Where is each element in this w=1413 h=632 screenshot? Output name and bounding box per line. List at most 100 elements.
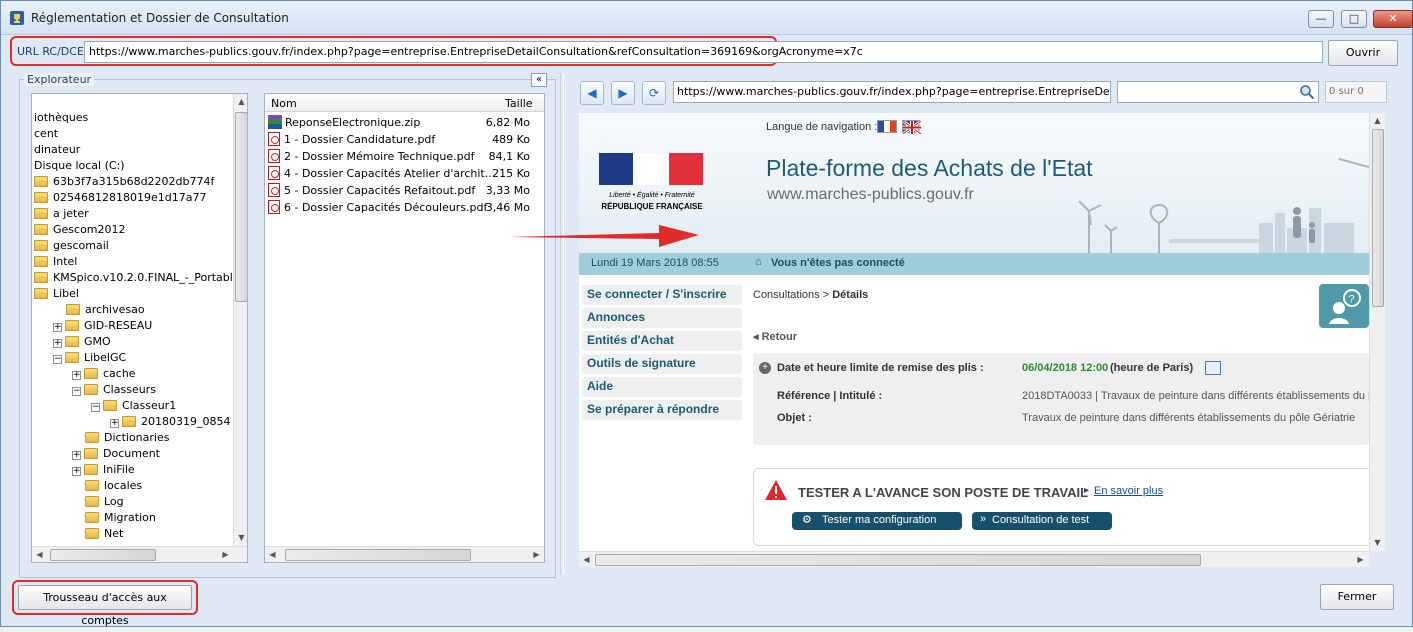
back-link[interactable]: ◂ Retour: [753, 330, 797, 343]
test-configuration-button[interactable]: ⚙ Tester ma configuration: [792, 512, 962, 530]
help-icon[interactable]: ?: [1319, 284, 1369, 328]
site-menu-item[interactable]: Se connecter / S'inscrire: [582, 285, 742, 305]
tree-item[interactable]: Log: [72, 494, 124, 510]
tree-item[interactable]: Dictionaries: [72, 430, 169, 446]
browser-url-input[interactable]: https://www.marches-publics.gouv.fr/inde…: [673, 81, 1111, 103]
tree-item[interactable]: +20180319_0854: [110, 414, 230, 430]
collapse-icon[interactable]: −: [53, 355, 62, 364]
expand-icon[interactable]: +: [72, 451, 81, 460]
files-horizontal-scrollbar[interactable]: ◀ ▶: [265, 546, 544, 562]
tree-vertical-scrollbar[interactable]: ▲ ▼: [233, 94, 247, 546]
file-list[interactable]: Nom Taille ReponseElectronique.zip 6,82 M…: [264, 93, 545, 563]
tree-item[interactable]: + IniFile: [72, 462, 135, 478]
folder-tree[interactable]: iothèques cent dinateur Disque local (C:) 63…: [31, 93, 248, 563]
browser-search-input[interactable]: [1117, 81, 1319, 103]
tree-item[interactable]: KMSpico.v10.2.0.FINAL_-_Portable: [34, 270, 240, 286]
uk-flag-icon[interactable]: [902, 119, 922, 136]
tree-item[interactable]: Disque local (C:): [34, 158, 125, 174]
tree-item[interactable]: archivesao: [53, 302, 145, 318]
learn-more-link[interactable]: En savoir plus: [1094, 485, 1163, 497]
web-scroll-thumb[interactable]: [1372, 129, 1384, 307]
search-icon[interactable]: [1299, 84, 1315, 103]
tree-item[interactable]: Intel: [34, 254, 77, 270]
file-row[interactable]: ReponseElectronique.zip 6,82 Mo: [268, 114, 530, 131]
account-keyring-button[interactable]: Trousseau d'accès aux comptes: [18, 585, 192, 627]
scroll-down-arrow[interactable]: ▼: [1370, 535, 1385, 551]
file-row[interactable]: 1 - Dossier Candidature.pdf 489 Ko: [268, 131, 530, 148]
scroll-up-arrow[interactable]: ▲: [1370, 113, 1385, 129]
scroll-down-arrow[interactable]: ▼: [234, 530, 247, 546]
collapse-panel-button[interactable]: «: [531, 73, 547, 87]
tree-item[interactable]: a jeter: [34, 206, 89, 222]
tree-item[interactable]: cent: [34, 126, 58, 142]
plus-icon[interactable]: +: [759, 362, 771, 374]
scroll-up-arrow[interactable]: ▲: [234, 94, 247, 110]
forward-arrow-icon[interactable]: ▶: [611, 81, 635, 105]
tree-item[interactable]: Libel: [34, 286, 79, 302]
column-size[interactable]: Taille: [505, 97, 533, 110]
scroll-left-arrow[interactable]: ◀: [579, 552, 594, 568]
maximize-button[interactable]: □: [1341, 10, 1367, 28]
tree-item[interactable]: dinateur: [34, 142, 80, 158]
tree-item[interactable]: locales: [72, 478, 142, 494]
calendar-icon[interactable]: [1205, 361, 1221, 375]
back-arrow-icon[interactable]: ◀: [580, 81, 604, 105]
file-row[interactable]: 5 - Dossier Capacités Refaitout.pdf 3,33 …: [268, 182, 530, 199]
site-menu-item[interactable]: Aide: [582, 377, 742, 397]
file-row[interactable]: 4 - Dossier Capacités Atelier d'archit..…: [268, 165, 530, 182]
marianne-logo[interactable]: Liberté • Égalité • Fraternité RÉPUBLIQU…: [599, 153, 705, 215]
tree-item[interactable]: gescomail: [34, 238, 109, 254]
expand-icon[interactable]: +: [110, 419, 119, 428]
scroll-left-arrow[interactable]: ◀: [32, 547, 47, 562]
site-menu-item[interactable]: Entités d'Achat: [582, 331, 742, 351]
collapse-icon[interactable]: −: [72, 387, 81, 396]
scroll-right-arrow[interactable]: ▶: [1353, 552, 1368, 568]
tree-item[interactable]: − Classeurs: [72, 382, 156, 398]
file-row[interactable]: 6 - Dossier Capacités Découleurs.pdf 3,46…: [268, 199, 530, 216]
expand-icon[interactable]: +: [53, 323, 62, 332]
scroll-right-arrow[interactable]: ▶: [218, 547, 233, 562]
tree-scroll-thumb[interactable]: [235, 112, 247, 302]
file-row[interactable]: 2 - Dossier Mémoire Technique.pdf 84,1 Ko: [268, 148, 530, 165]
web-hscroll-thumb[interactable]: [595, 554, 1201, 566]
tree-item[interactable]: − LibelGC: [53, 350, 126, 366]
column-name[interactable]: Nom: [271, 97, 297, 110]
tree-item[interactable]: 63b3f7a315b68d2202db774f: [34, 174, 214, 190]
expand-icon[interactable]: +: [72, 467, 81, 476]
expand-icon[interactable]: +: [53, 339, 62, 348]
test-consultation-button[interactable]: » Consultation de test: [972, 512, 1112, 530]
open-button[interactable]: Ouvrir: [1328, 40, 1398, 66]
refresh-icon[interactable]: ⟳: [642, 81, 666, 105]
tree-horizontal-scrollbar[interactable]: ◀ ▶: [32, 546, 247, 562]
close-button[interactable]: Fermer: [1320, 584, 1394, 610]
close-window-button[interactable]: ✕: [1373, 10, 1413, 28]
url-input[interactable]: https://www.marches-publics.gouv.fr/inde…: [84, 41, 1323, 63]
panel-splitter[interactable]: [560, 73, 564, 575]
tree-item[interactable]: iothèques: [34, 110, 88, 126]
scroll-right-arrow[interactable]: ▶: [529, 547, 544, 562]
site-menu-item[interactable]: Annonces: [582, 308, 742, 328]
tree-item[interactable]: Gescom2012: [34, 222, 126, 238]
breadcrumb-root[interactable]: Consultations: [753, 289, 820, 301]
web-view[interactable]: Langue de navigation : Liberté • Égalité…: [579, 113, 1369, 551]
site-menu-item[interactable]: Se préparer à répondre: [582, 400, 742, 420]
french-flag-icon[interactable]: [877, 120, 897, 133]
tree-item[interactable]: + cache: [72, 366, 136, 382]
minimize-button[interactable]: —: [1308, 10, 1334, 28]
site-menu-item[interactable]: Outils de signature: [582, 354, 742, 374]
expand-icon[interactable]: +: [72, 371, 81, 380]
tree-item[interactable]: + GMO: [53, 334, 111, 350]
tree-item[interactable]: + Document: [72, 446, 160, 462]
home-icon[interactable]: ⌂: [755, 256, 762, 268]
collapse-icon[interactable]: −: [91, 403, 100, 412]
web-vertical-scrollbar[interactable]: ▲ ▼: [1369, 113, 1385, 551]
tree-hscroll-thumb[interactable]: [50, 549, 156, 561]
scroll-left-arrow[interactable]: ◀: [265, 547, 280, 562]
tree-item[interactable]: Migration: [72, 510, 156, 526]
files-hscroll-thumb[interactable]: [285, 549, 471, 561]
tree-item[interactable]: 02546812818019e1d17a77: [34, 190, 206, 206]
tree-item[interactable]: + GID-RESEAU: [53, 318, 152, 334]
web-horizontal-scrollbar[interactable]: ◀ ▶: [579, 551, 1369, 567]
tree-item[interactable]: Net: [72, 526, 123, 542]
tree-item[interactable]: − Classeur1: [91, 398, 176, 414]
